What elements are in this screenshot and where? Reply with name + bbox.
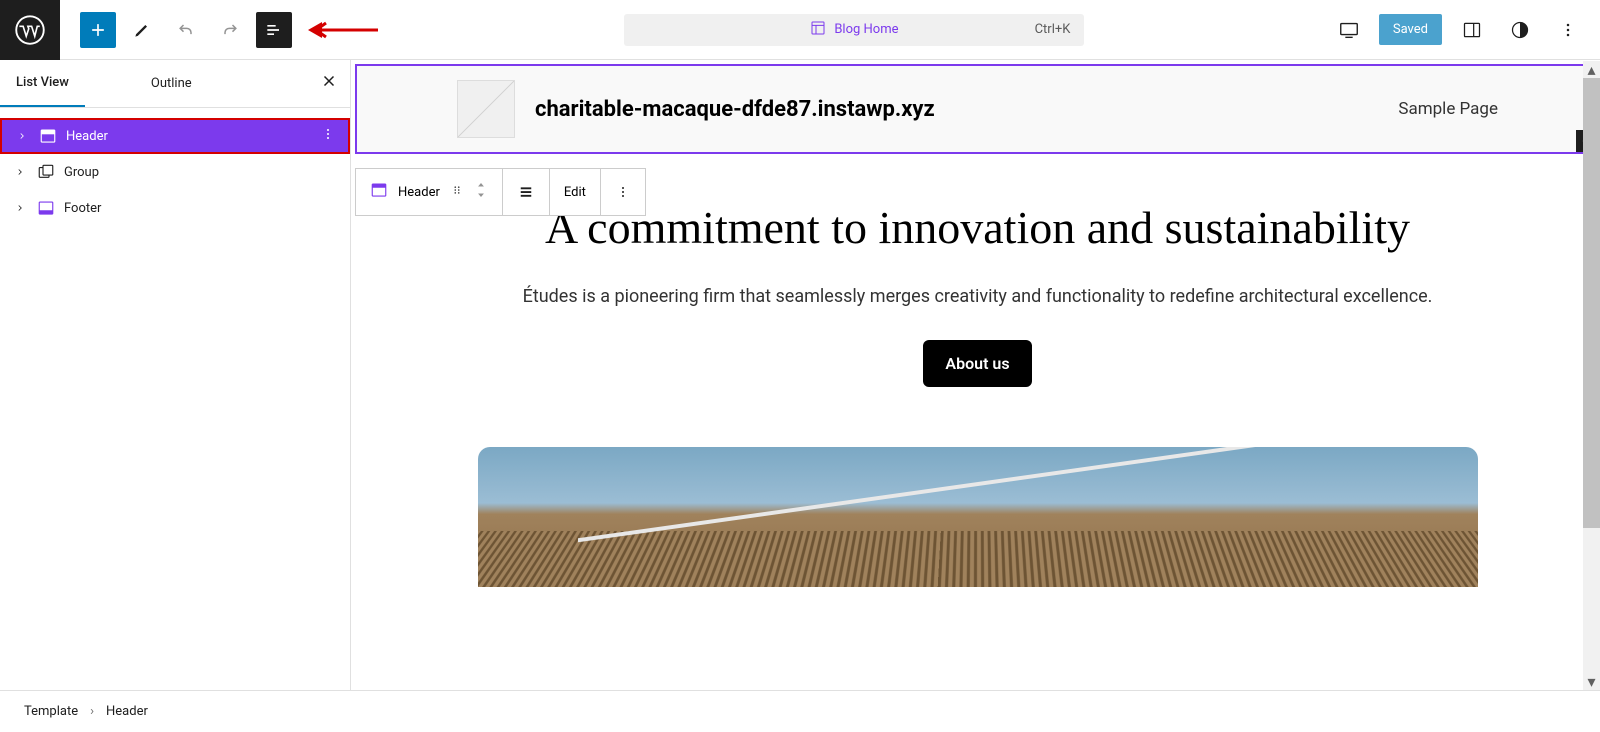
drag-handle-icon[interactable] xyxy=(450,183,464,201)
block-toolbar: Header Edit xyxy=(355,168,646,216)
list-view-icon xyxy=(264,20,284,40)
plus-icon xyxy=(88,20,108,40)
block-type-cell[interactable]: Header xyxy=(356,169,503,215)
dots-vertical-icon xyxy=(615,184,631,200)
list-view-button[interactable] xyxy=(256,12,292,48)
keyboard-shortcut: Ctrl+K xyxy=(1035,22,1071,37)
redo-button[interactable] xyxy=(212,12,248,48)
wordpress-icon xyxy=(15,15,45,45)
add-block-button[interactable] xyxy=(80,12,116,48)
hero-image[interactable] xyxy=(478,447,1478,587)
page-content: A commitment to innovation and sustainab… xyxy=(355,154,1600,587)
tab-list-view[interactable]: List View xyxy=(0,60,85,107)
tree-item-options[interactable] xyxy=(320,126,336,146)
group-block-icon xyxy=(36,162,56,182)
block-type-label: Header xyxy=(398,185,440,200)
dots-vertical-icon xyxy=(1558,20,1578,40)
align-icon xyxy=(517,183,535,201)
contrast-icon xyxy=(1510,20,1530,40)
hero-paragraph[interactable]: Études is a pioneering firm that seamles… xyxy=(435,283,1520,312)
tree-item-label: Header xyxy=(66,129,108,144)
edit-button[interactable]: Edit xyxy=(550,169,601,215)
tab-outline[interactable]: Outline xyxy=(135,60,208,107)
editor-canvas-wrap: charitable-macaque-dfde87.instawp.xyz Sa… xyxy=(351,60,1600,690)
tree-item-label: Group xyxy=(64,165,99,180)
desktop-icon xyxy=(1338,19,1360,41)
annotation-arrow xyxy=(308,21,378,39)
wordpress-logo-button[interactable] xyxy=(0,0,60,60)
settings-sidebar-button[interactable] xyxy=(1454,12,1490,48)
tools-button[interactable] xyxy=(124,12,160,48)
scroll-thumb[interactable] xyxy=(1583,78,1600,528)
site-title[interactable]: charitable-macaque-dfde87.instawp.xyz xyxy=(535,97,1398,122)
styles-button[interactable] xyxy=(1502,12,1538,48)
pencil-icon xyxy=(132,20,152,40)
chevron-right-icon[interactable] xyxy=(12,203,28,213)
toolbar-center: Blog Home Ctrl+K xyxy=(378,14,1331,46)
align-button[interactable] xyxy=(503,169,550,215)
chevron-right-icon[interactable] xyxy=(12,167,28,177)
header-template-part[interactable]: charitable-macaque-dfde87.instawp.xyz Sa… xyxy=(355,64,1600,154)
redo-icon xyxy=(220,20,240,40)
footer-block-icon xyxy=(36,198,56,218)
header-block-icon xyxy=(38,126,58,146)
undo-icon xyxy=(176,20,196,40)
breadcrumb-root[interactable]: Template xyxy=(24,704,78,719)
block-options-button[interactable] xyxy=(601,169,645,215)
tree-item-group[interactable]: Group xyxy=(0,154,350,190)
site-header: charitable-macaque-dfde87.instawp.xyz Sa… xyxy=(357,66,1598,152)
document-overview-sidebar: List View Outline Header Group Footer xyxy=(0,60,351,690)
undo-button[interactable] xyxy=(168,12,204,48)
toolbar-right: Saved xyxy=(1331,12,1600,48)
header-block-icon xyxy=(370,181,388,203)
close-icon xyxy=(320,72,338,90)
tree-item-header[interactable]: Header xyxy=(0,118,350,154)
chevron-right-icon: › xyxy=(90,704,94,719)
template-icon xyxy=(810,20,826,40)
about-us-button[interactable]: About us xyxy=(923,340,1031,387)
top-toolbar: Blog Home Ctrl+K Saved xyxy=(0,0,1600,60)
vertical-scrollbar[interactable]: ▴ ▾ xyxy=(1583,61,1600,690)
toolbar-left xyxy=(60,12,378,48)
saved-button[interactable]: Saved xyxy=(1379,14,1442,45)
close-sidebar-button[interactable] xyxy=(320,72,338,94)
move-arrows[interactable] xyxy=(474,180,488,204)
chevron-right-icon[interactable] xyxy=(14,131,30,141)
sidebar-icon xyxy=(1462,20,1482,40)
template-selector[interactable]: Blog Home Ctrl+K xyxy=(624,14,1084,46)
more-options-button[interactable] xyxy=(1550,12,1586,48)
site-logo-placeholder[interactable] xyxy=(457,80,515,138)
block-tree: Header Group Footer xyxy=(0,108,350,236)
sidebar-tabs: List View Outline xyxy=(0,60,350,108)
view-button[interactable] xyxy=(1331,12,1367,48)
breadcrumb-current[interactable]: Header xyxy=(106,704,148,719)
main-area: List View Outline Header Group Footer xyxy=(0,60,1600,690)
scroll-down-arrow[interactable]: ▾ xyxy=(1583,673,1600,690)
tree-item-label: Footer xyxy=(64,201,101,216)
breadcrumb: Template › Header xyxy=(0,690,1600,732)
template-name: Blog Home xyxy=(834,22,898,37)
scroll-up-arrow[interactable]: ▴ xyxy=(1583,61,1600,78)
tree-item-footer[interactable]: Footer xyxy=(0,190,350,226)
nav-link-sample[interactable]: Sample Page xyxy=(1398,99,1498,119)
